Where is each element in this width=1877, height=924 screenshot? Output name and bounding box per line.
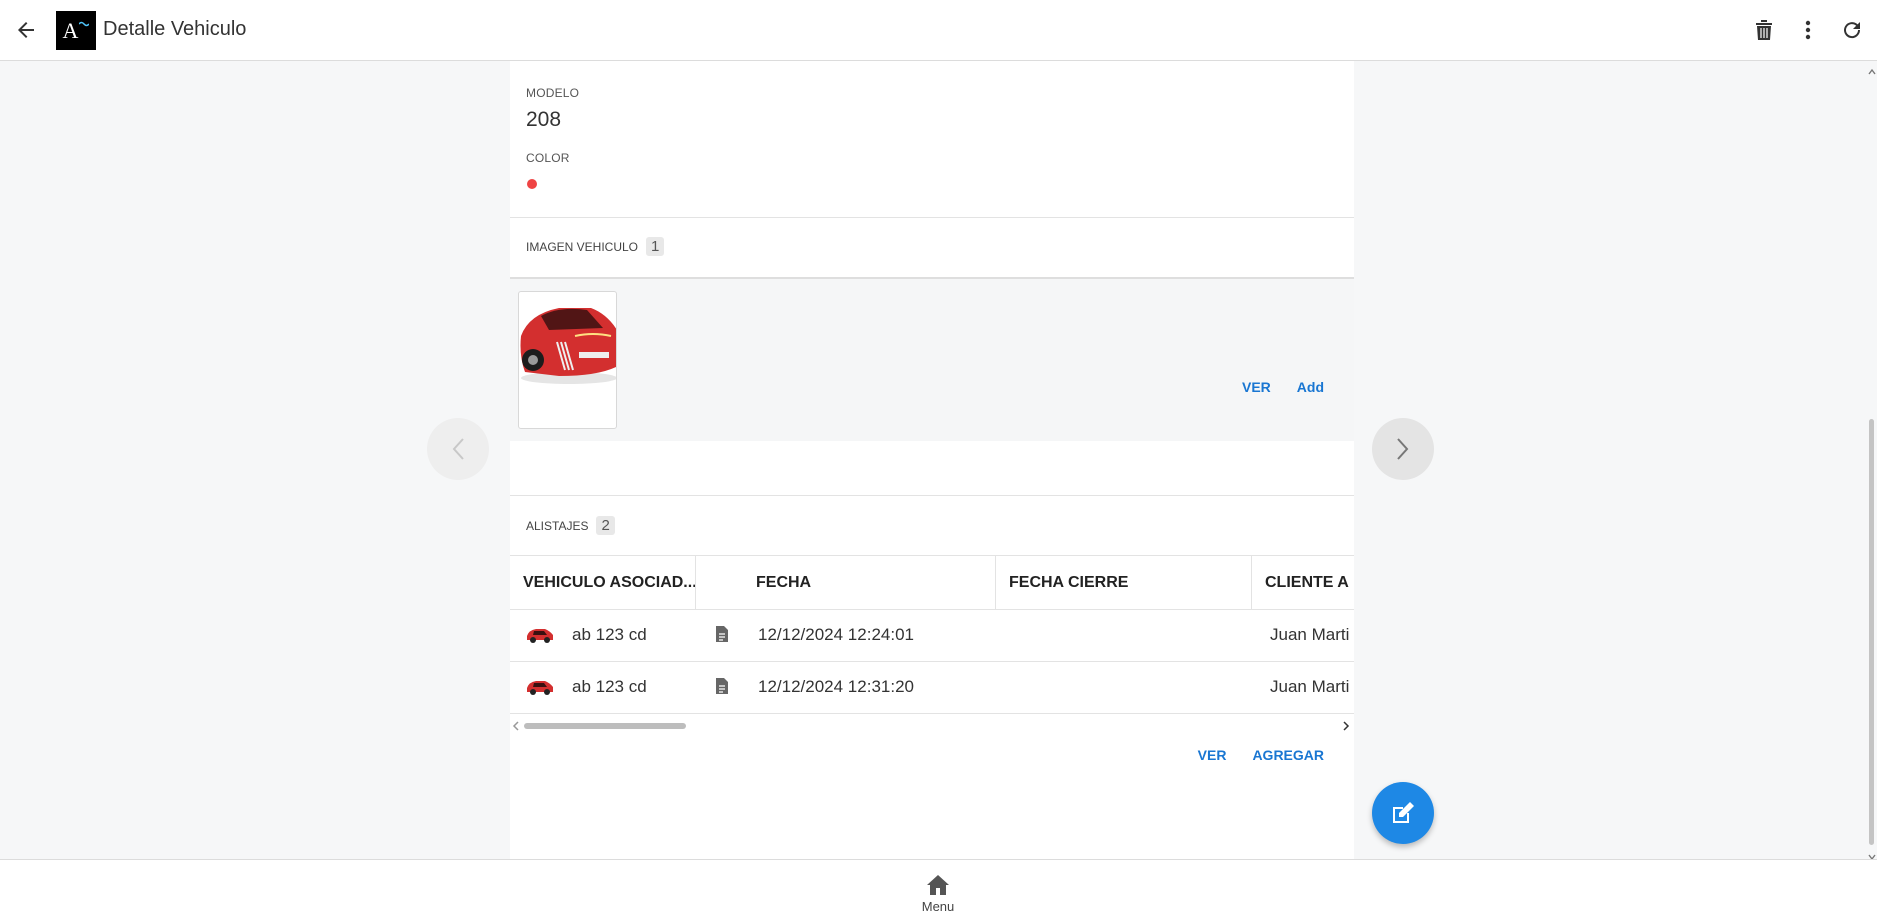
- cell-cliente: Juan Marti: [1270, 625, 1350, 644]
- edit-fab-button[interactable]: [1372, 782, 1434, 844]
- imagen-count-badge: 1: [646, 237, 665, 256]
- column-header-vehiculo[interactable]: VEHICULO ASOCIAD...: [510, 556, 696, 609]
- car-icon: [526, 678, 554, 701]
- vehicle-detail-card: MODELO 208 COLOR IMAGEN VEHICULO 1 VER A…: [510, 61, 1354, 859]
- chevron-right-icon[interactable]: [1342, 719, 1350, 737]
- divider: [510, 495, 1354, 496]
- alistajes-section-title: ALISTAJES: [526, 518, 589, 533]
- scrollbar-thumb[interactable]: [524, 723, 686, 729]
- page-vertical-scrollbar[interactable]: [1866, 61, 1877, 861]
- cell-vehiculo: ab 123 cd: [572, 677, 647, 696]
- top-app-bar: A Detalle Vehiculo: [0, 0, 1877, 61]
- alistajes-table: VEHICULO ASOCIAD... FECHA FECHA CIERRE C…: [510, 555, 1354, 714]
- modelo-label: MODELO: [526, 86, 580, 100]
- document-icon[interactable]: [715, 625, 729, 648]
- back-arrow-icon[interactable]: [12, 16, 40, 44]
- menu-button[interactable]: Menu: [905, 874, 971, 914]
- imagen-actions: VER Add: [1242, 379, 1324, 395]
- chevron-left-icon[interactable]: [512, 719, 520, 737]
- menu-label: Menu: [921, 899, 955, 914]
- cell-fecha: 12/12/2024 12:24:01: [758, 625, 914, 644]
- column-header-fecha[interactable]: FECHA: [696, 556, 996, 609]
- previous-record-button[interactable]: [427, 418, 489, 480]
- scrollbar-thumb[interactable]: [1869, 419, 1874, 845]
- cell-cliente: Juan Marti: [1270, 677, 1350, 696]
- imagen-section-header: IMAGEN VEHICULO 1: [526, 237, 665, 256]
- column-header-fecha-cierre[interactable]: FECHA CIERRE: [996, 556, 1252, 609]
- bottom-navigation: Menu: [0, 859, 1877, 924]
- table-horizontal-scrollbar[interactable]: [510, 719, 1354, 733]
- home-icon: [927, 875, 949, 895]
- table-row[interactable]: ab 123 cd 12/12/2024 12:24:01 Juan Marti: [510, 610, 1354, 662]
- imagen-add-button[interactable]: Add: [1297, 379, 1324, 395]
- next-record-button[interactable]: [1372, 418, 1434, 480]
- vehicle-image-thumbnail[interactable]: [518, 291, 617, 429]
- table-header: VEHICULO ASOCIAD... FECHA FECHA CIERRE C…: [510, 555, 1354, 610]
- alistajes-ver-button[interactable]: VER: [1198, 747, 1227, 763]
- table-row[interactable]: ab 123 cd 12/12/2024 12:31:20 Juan Marti: [510, 662, 1354, 714]
- modelo-value: 208: [526, 108, 562, 131]
- car-icon: [526, 626, 554, 649]
- imagen-section-title: IMAGEN VEHICULO: [526, 239, 639, 254]
- alistajes-section-header: ALISTAJES 2: [526, 516, 615, 535]
- page-title: Detalle Vehiculo: [103, 18, 247, 40]
- alistajes-actions: VER AGREGAR: [1198, 747, 1324, 763]
- more-vert-icon[interactable]: [1793, 14, 1823, 46]
- chevron-up-icon[interactable]: [1867, 63, 1877, 81]
- imagen-ver-button[interactable]: VER: [1242, 379, 1271, 395]
- alistajes-count-badge: 2: [596, 516, 615, 535]
- alistajes-agregar-button[interactable]: AGREGAR: [1252, 747, 1324, 763]
- delete-icon[interactable]: [1749, 14, 1779, 46]
- color-label: COLOR: [526, 151, 570, 165]
- column-header-cliente[interactable]: CLIENTE A: [1252, 556, 1354, 609]
- cell-vehiculo: ab 123 cd: [572, 625, 647, 644]
- color-swatch: [527, 179, 537, 189]
- app-logo: A: [56, 11, 96, 50]
- divider: [510, 217, 1354, 218]
- cell-fecha: 12/12/2024 12:31:20: [758, 677, 914, 696]
- document-icon[interactable]: [715, 677, 729, 700]
- image-gallery: [510, 277, 1354, 441]
- refresh-icon[interactable]: [1837, 14, 1867, 46]
- edit-icon: [1393, 802, 1414, 823]
